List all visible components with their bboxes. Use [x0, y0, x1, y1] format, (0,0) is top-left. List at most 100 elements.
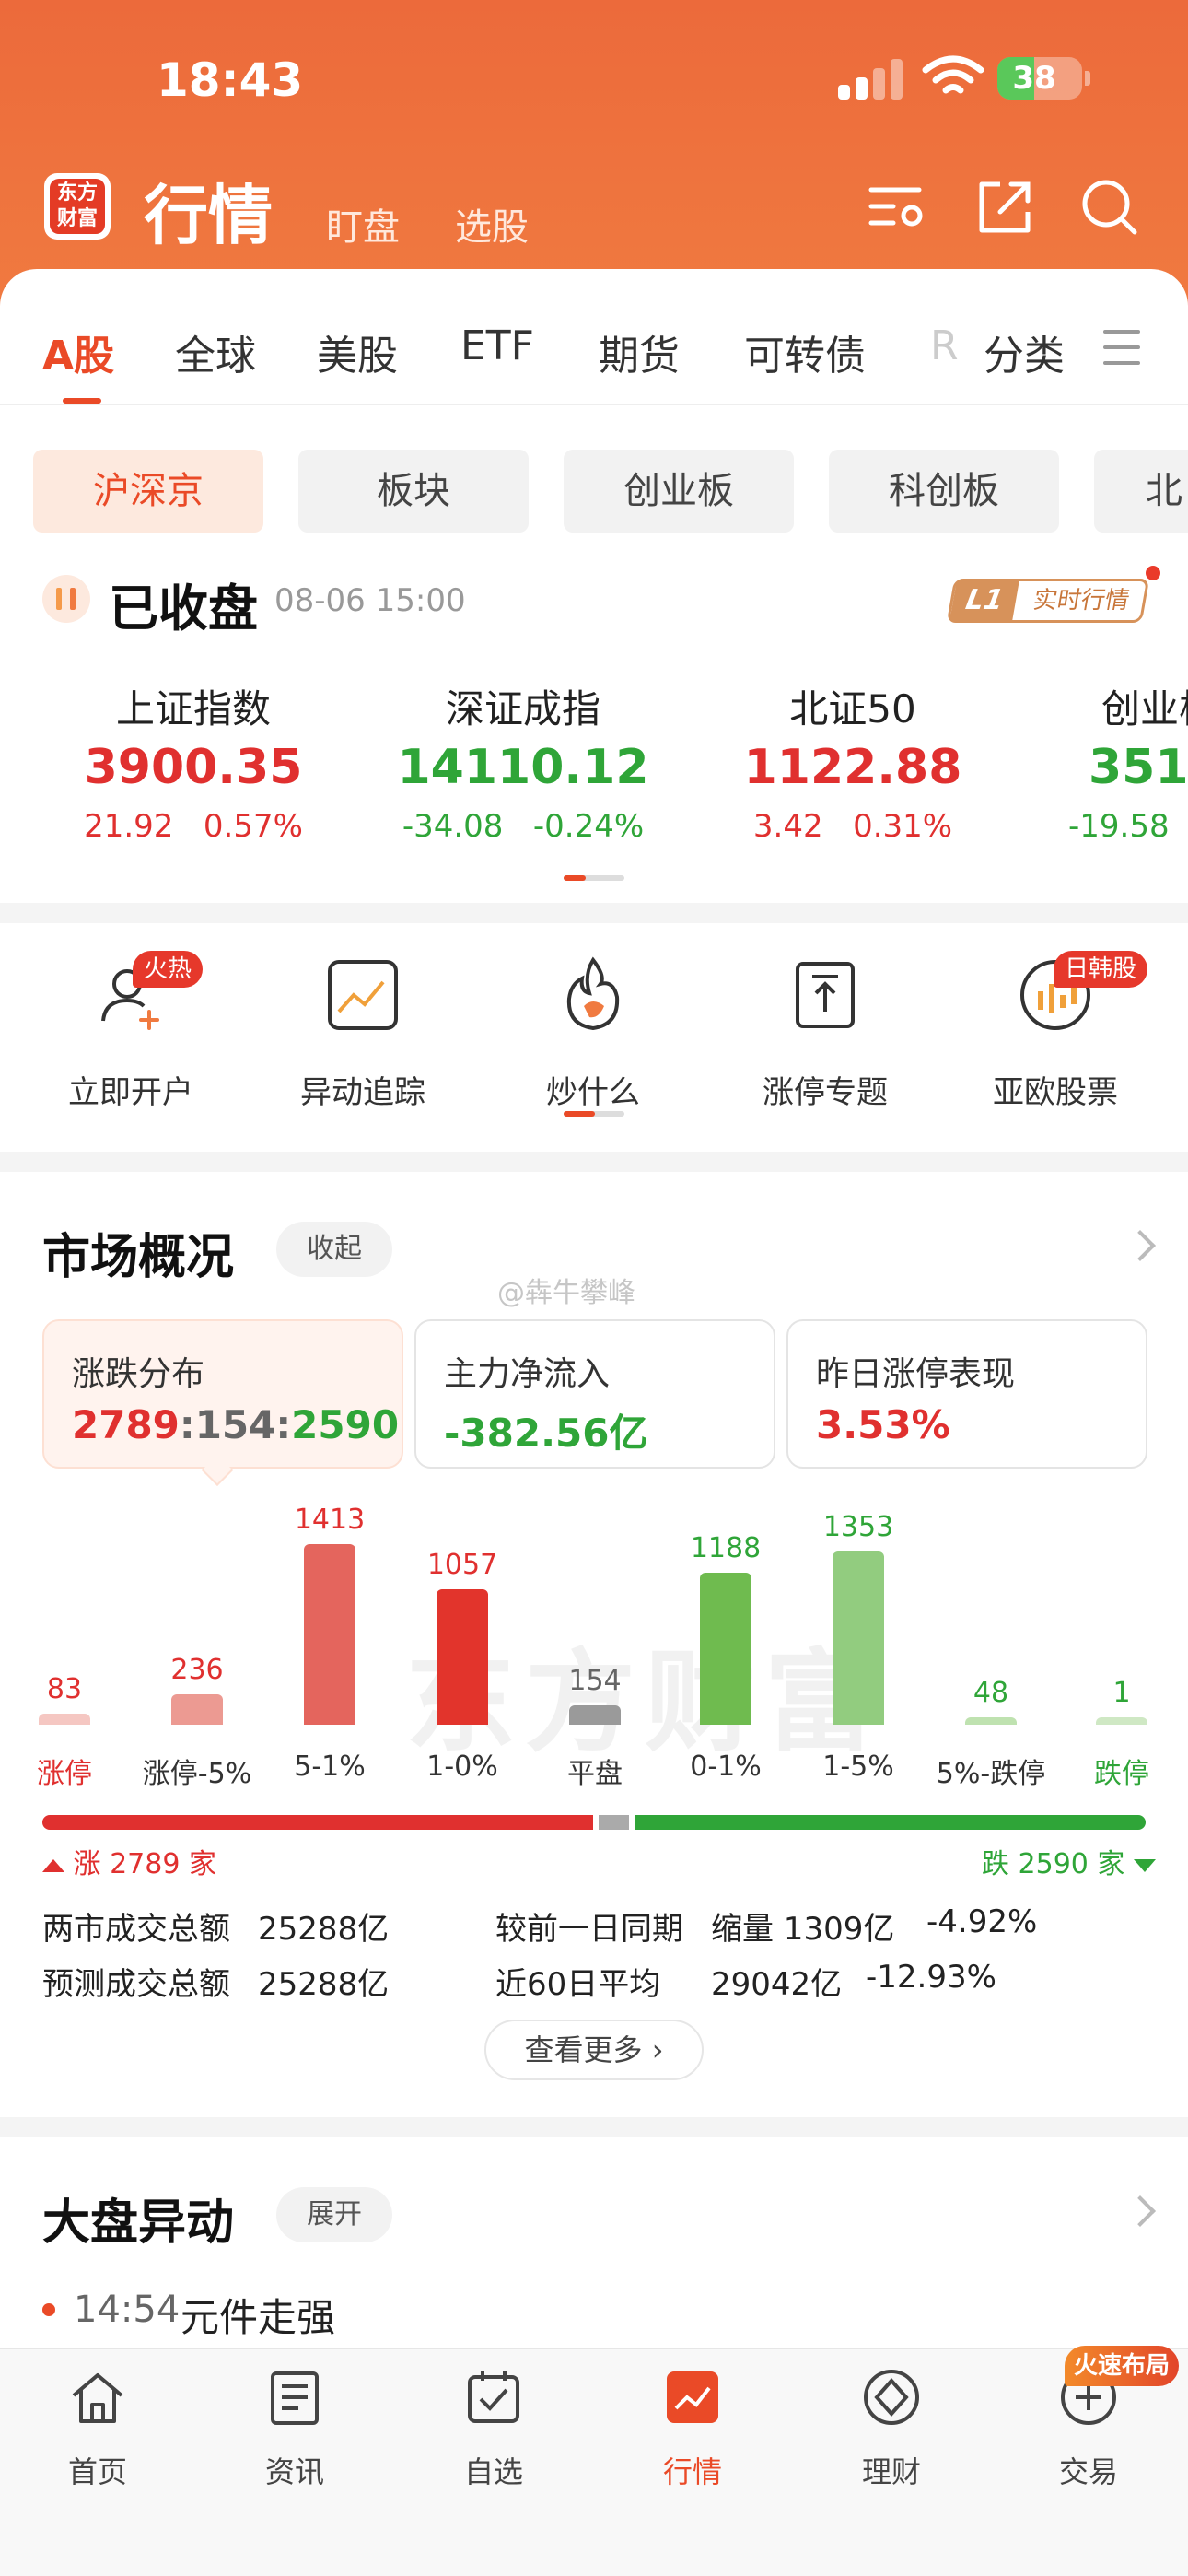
event-text[interactable]: 元件走强 [181, 2287, 335, 2343]
bar-2 [304, 1544, 355, 1725]
index-pager [564, 875, 624, 881]
tracking-chart-icon [328, 960, 398, 1030]
bar-category-label: 1-0% [426, 1751, 498, 1783]
wifi-icon [922, 55, 984, 94]
tab-etf[interactable]: ETF [460, 322, 534, 369]
bar-value-label: 154 [568, 1664, 622, 1697]
index-value: 3515 [1089, 740, 1188, 795]
bar-value-label: 1057 [426, 1549, 498, 1582]
ratio-flat-segment [598, 1815, 629, 1830]
index-card-bz50[interactable]: 北证50 1122.88 3.42 0.31% [696, 678, 1009, 845]
wealth-icon [864, 2370, 919, 2425]
share-icon[interactable] [973, 175, 1037, 240]
chip-sectors[interactable]: 板块 [298, 450, 529, 533]
tab-us-stocks[interactable]: 美股 [317, 322, 398, 381]
bar-value-label: 1 [1112, 1677, 1131, 1709]
tab-futures[interactable]: 期货 [599, 322, 680, 381]
ratio-down-segment [634, 1815, 1146, 1830]
bar-value-label: 1353 [822, 1511, 894, 1544]
tab-global[interactable]: 全球 [175, 322, 256, 381]
feature-what-to-trade[interactable]: 炒什么 [510, 954, 676, 1112]
cellular-signal-icon [838, 57, 904, 100]
index-card-chinext[interactable]: 创业板 3515 -19.58 [1059, 678, 1188, 845]
bar-category-label: 平盘 [567, 1758, 623, 1790]
app-logo: 东方财富 [44, 173, 111, 240]
chip-star-market[interactable]: 科创板 [829, 450, 1059, 533]
feature-limit-up-topic[interactable]: 涨停专题 [742, 954, 908, 1112]
expand-button[interactable]: 展开 [276, 2187, 392, 2242]
bar-category-label: 涨停-5% [142, 1758, 252, 1790]
bar-category-label: 5%-跌停 [936, 1758, 1046, 1790]
bar-value-label: 1413 [294, 1504, 366, 1536]
nav-trade[interactable]: 交易 [1015, 2368, 1162, 2491]
index-value: 3900.35 [84, 740, 303, 795]
header: 18:43 38 东方财富 行情 盯盘 选股 [0, 0, 1188, 313]
tab-category[interactable]: 分类 [984, 322, 1065, 381]
market-datetime: 08-06 15:00 [274, 582, 466, 619]
overview-card-net-inflow[interactable]: 主力净流入 -382.56亿 [414, 1319, 775, 1469]
nav-watchlist[interactable]: 自选 [420, 2368, 567, 2491]
news-icon [271, 2371, 319, 2425]
feature-pager [564, 1111, 624, 1117]
index-card-sh[interactable]: 上证指数 3900.35 21.92 0.57% [37, 678, 350, 845]
forecast-turnover: 25288亿 [258, 1966, 390, 2003]
bar-7 [965, 1717, 1017, 1725]
bar-value-label: 48 [973, 1677, 1009, 1709]
avg60-pct: -12.93% [866, 1959, 996, 1996]
overview-title: 市场概况 [42, 1230, 235, 1285]
bar-3 [437, 1589, 488, 1725]
nav-news[interactable]: 资讯 [221, 2368, 368, 2491]
watchlist-icon [468, 2371, 519, 2423]
bar-category-label: 0-1% [690, 1751, 762, 1783]
trade-promo-badge: 火速布局 [1065, 2346, 1179, 2386]
collapse-button[interactable]: 收起 [276, 1222, 392, 1277]
tab-convertible[interactable]: 可转债 [744, 322, 866, 381]
nav-market[interactable]: 行情 [619, 2368, 766, 2491]
chip-hushenjing[interactable]: 沪深京 [33, 450, 263, 533]
hot-badge: 火热 [133, 951, 204, 988]
view-more-button[interactable]: 查看更多 › [484, 2020, 704, 2080]
home-icon [72, 2373, 123, 2423]
flame-icon [566, 956, 620, 1031]
avg60-label: 近60日平均 [495, 1966, 661, 2003]
up-count-label: 涨 2789 家 [42, 1841, 216, 1881]
avg60-value: 29042亿 [711, 1966, 843, 2003]
menu-icon[interactable] [1103, 330, 1140, 365]
chip-bei[interactable]: 北 [1094, 450, 1188, 533]
movement-title: 大盘异动 [42, 2195, 235, 2251]
nav-home[interactable]: 首页 [24, 2368, 171, 2491]
arrow-up-icon [42, 1858, 64, 1872]
overview-card-distribution[interactable]: 涨跌分布 2789:154:2590 [42, 1319, 403, 1469]
market-icon [667, 2371, 718, 2423]
nav-wealth[interactable]: 理财 [818, 2368, 965, 2491]
arrow-down-icon [1133, 1858, 1156, 1872]
index-card-sz[interactable]: 深证成指 14110.12 -34.08 -0.24% [367, 678, 680, 845]
forecast-turnover-label: 预测成交总额 [42, 1966, 230, 2003]
tab-a-shares[interactable]: A股 [42, 322, 114, 381]
japan-korea-badge: 日韩股 [1054, 951, 1148, 988]
notification-dot [1146, 566, 1160, 580]
tab-xuangu[interactable]: 选股 [455, 197, 529, 251]
overview-card-limit-up-performance[interactable]: 昨日涨停表现 3.53% [786, 1319, 1147, 1469]
feature-open-account[interactable]: 立即开户 火热 [48, 951, 214, 1112]
bar-category-label: 涨停 [37, 1758, 92, 1790]
logo-text: 东方财富 [50, 179, 105, 234]
chip-chinext[interactable]: 创业板 [564, 450, 794, 533]
realtime-quote-badge[interactable]: L1 实时行情 [946, 579, 1150, 623]
search-icon[interactable] [1077, 175, 1142, 240]
battery-level: 38 [1012, 60, 1056, 97]
bar-8 [1096, 1717, 1147, 1725]
event-time: 14:54 [74, 2289, 181, 2331]
feature-euro-asia-stocks[interactable]: 亚欧股票 日韩股 [973, 951, 1148, 1112]
bar-5 [700, 1573, 751, 1725]
total-turnover-label: 两市成交总额 [42, 1911, 230, 1948]
filter-settings-icon[interactable] [866, 175, 930, 240]
bar-category-label: 5-1% [294, 1751, 366, 1783]
candlestick-icon [42, 575, 90, 623]
feature-anomaly-tracking[interactable]: 异动追踪 [280, 954, 446, 1112]
bar-6 [833, 1551, 884, 1725]
tab-partial[interactable]: R [930, 322, 959, 369]
tab-dingpan[interactable]: 盯盘 [326, 197, 400, 251]
bar-category-label: 跌停 [1094, 1758, 1149, 1790]
bar-1 [171, 1694, 223, 1725]
